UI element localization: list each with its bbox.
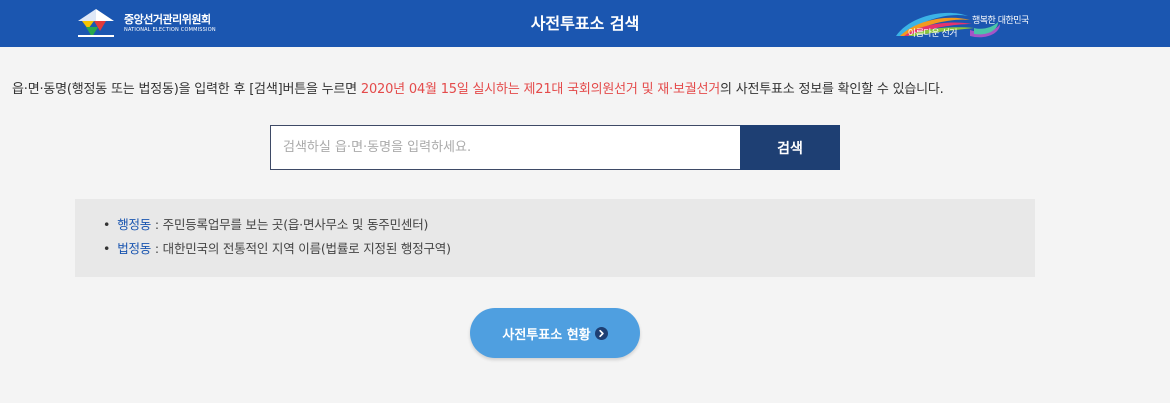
slogan-text-2: 행복한 대한민국 xyxy=(972,16,1029,26)
bullet-icon: • xyxy=(103,217,111,232)
info-desc: : 주민등록업무를 보는 곳(읍·면사무소 및 동주민센터) xyxy=(151,217,429,232)
search-form: 검색 xyxy=(270,125,840,170)
slogan-badge: 아름다운 선거 행복한 대한민국 xyxy=(890,6,1040,40)
chevron-right-circle-icon xyxy=(594,326,608,340)
info-term: 법정동 xyxy=(117,241,152,256)
info-item-beopjeongdong: • 법정동 : 대한민국의 전통적인 지역 이름(법률로 지정된 행정구역) xyxy=(103,239,1035,263)
early-voting-status-button[interactable]: 사전투표소 현황 xyxy=(470,308,640,358)
status-button-label: 사전투표소 현황 xyxy=(502,327,591,343)
intro-text-after: 의 사전투표소 정보를 확인할 수 있습니다. xyxy=(720,82,944,97)
nec-logo[interactable]: 중앙선거관리위원회 NATIONAL ELECTION COMMISSION xyxy=(76,7,226,39)
info-desc: : 대한민국의 전통적인 지역 이름(법률로 지정된 행정구역) xyxy=(151,241,451,256)
info-box: • 행정동 : 주민등록업무를 보는 곳(읍·면사무소 및 동주민센터) • 법정동… xyxy=(75,199,1035,277)
slogan-text-1: 아름다운 선거 xyxy=(908,29,958,39)
info-item-haengjeongdong: • 행정동 : 주민등록업무를 보는 곳(읍·면사무소 및 동주민센터) xyxy=(103,215,1035,239)
intro-highlight: 2020년 04월 15일 실시하는 제21대 국회의원선거 및 재·보궐선거 xyxy=(360,82,721,97)
nec-logo-mark-icon xyxy=(78,9,114,37)
logo-name-ko: 중앙선거관리위원회 xyxy=(124,12,211,26)
search-button[interactable]: 검색 xyxy=(740,125,840,170)
logo-name-en: NATIONAL ELECTION COMMISSION xyxy=(124,26,216,33)
bullet-icon: • xyxy=(103,241,111,256)
intro-text-before: 읍·면·동명(행정동 또는 법정동)을 입력한 후 [검색]버튼을 누르면 xyxy=(12,82,361,97)
intro-text: 읍·면·동명(행정동 또는 법정동)을 입력한 후 [검색]버튼을 누르면 20… xyxy=(12,78,1162,97)
info-term: 행정동 xyxy=(117,217,152,232)
header-bar: 중앙선거관리위원회 NATIONAL ELECTION COMMISSION 사… xyxy=(0,0,1170,47)
search-input[interactable] xyxy=(270,125,740,170)
